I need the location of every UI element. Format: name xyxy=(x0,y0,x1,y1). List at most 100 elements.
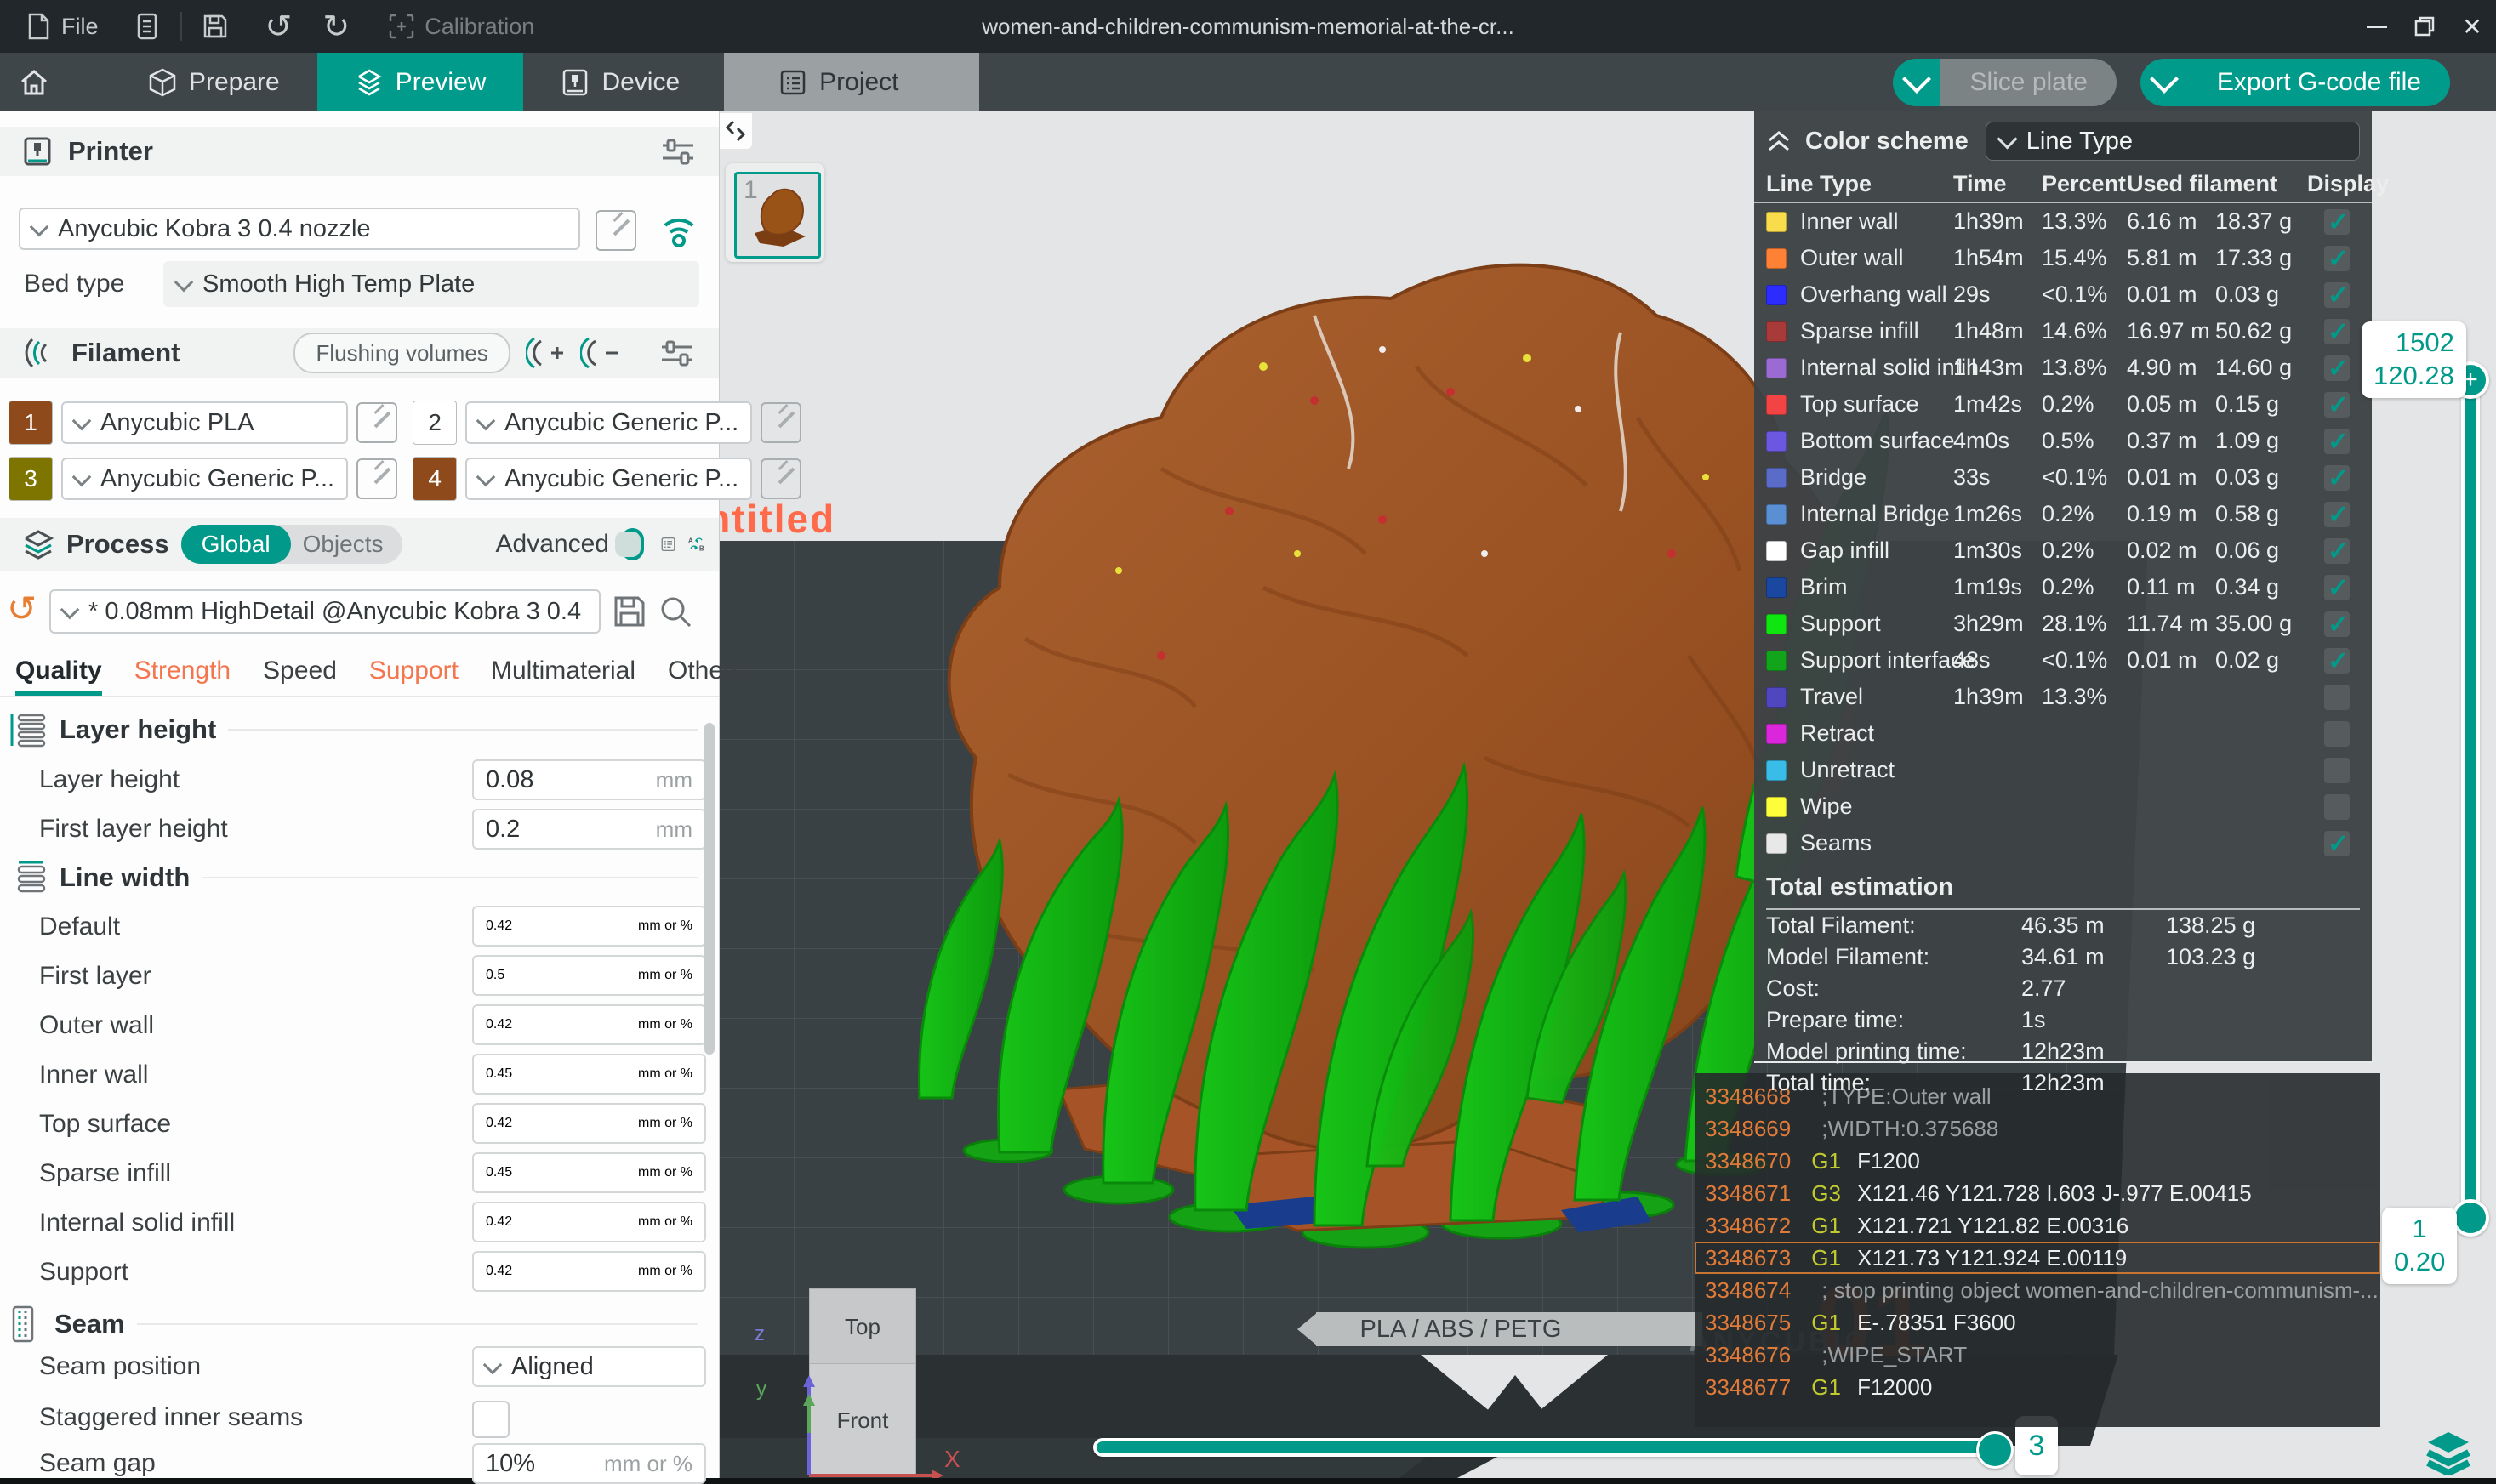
move-slider[interactable]: 3 xyxy=(1093,1438,2003,1457)
flushing-volumes-button[interactable]: Flushing volumes xyxy=(293,333,510,373)
staggered-seams-checkbox[interactable] xyxy=(472,1401,510,1438)
display-checkbox[interactable]: ✓ xyxy=(2324,721,2350,747)
calibration-button[interactable]: Calibration xyxy=(387,12,534,41)
gcode-line[interactable]: 3348677 G1 F12000 xyxy=(1695,1371,2380,1403)
file-menu[interactable]: File xyxy=(24,12,99,41)
edit-filament-button[interactable] xyxy=(356,458,397,499)
gcode-line[interactable]: 3348674 ; stop printing object women-and… xyxy=(1695,1274,2380,1306)
undo-icon[interactable]: ↺ xyxy=(265,8,293,46)
process-scope-segment[interactable]: Global Objects xyxy=(181,525,402,564)
process-preset-select[interactable]: * 0.08mm HighDetail @Anycubic Kobra 3 0.… xyxy=(49,589,601,634)
param-input[interactable]: 0.45 mm or % xyxy=(472,1152,706,1193)
layer-slider-track[interactable] xyxy=(2461,387,2480,1225)
seam-position-select[interactable]: Aligned xyxy=(472,1346,706,1387)
notes-icon[interactable] xyxy=(133,12,162,41)
edit-printer-button[interactable] xyxy=(596,210,636,251)
scope-global[interactable]: Global xyxy=(181,525,291,564)
home-button[interactable] xyxy=(0,67,68,98)
process-tab[interactable]: Strength xyxy=(134,657,231,696)
display-checkbox[interactable]: ✓ xyxy=(2324,575,2350,600)
filament-color-chip[interactable]: 3 xyxy=(9,457,53,501)
gcode-line[interactable]: 3348676 ;WIPE_START xyxy=(1695,1339,2380,1371)
reset-preset-icon[interactable]: ↺ xyxy=(7,588,37,629)
process-tab[interactable]: Speed xyxy=(263,657,337,696)
filament-settings-icon[interactable] xyxy=(660,338,694,368)
gcode-viewer[interactable]: 3348668 ;TYPE:Outer wall 3348669 ;WIDTH:… xyxy=(1695,1073,2380,1427)
param-input[interactable]: 0.5 mm or % xyxy=(472,955,706,996)
cube-face-front[interactable]: Front xyxy=(809,1363,916,1477)
export-gcode-button[interactable]: Export G-code file xyxy=(2140,59,2450,106)
param-input[interactable]: 0.42 mm or % xyxy=(472,1004,706,1045)
param-input[interactable]: 0.42 mm or % xyxy=(472,906,706,947)
minimize-button[interactable] xyxy=(2353,0,2401,53)
save-preset-icon[interactable] xyxy=(611,593,648,630)
display-checkbox[interactable]: ✓ xyxy=(2324,429,2350,454)
display-checkbox[interactable]: ✓ xyxy=(2324,831,2350,856)
collapse-panel-icon[interactable] xyxy=(1766,128,1792,154)
compare-ab-icon[interactable]: A B xyxy=(687,526,705,563)
layer-slider-bottom-handle[interactable] xyxy=(2452,1199,2489,1237)
param-input[interactable]: 0.45 mm or % xyxy=(472,1054,706,1095)
display-checkbox[interactable]: ✓ xyxy=(2324,209,2350,235)
add-filament-icon[interactable] xyxy=(526,336,565,370)
wifi-icon[interactable] xyxy=(657,207,701,251)
param-input[interactable]: 0.42 mm or % xyxy=(472,1202,706,1242)
filament-select[interactable]: Anycubic Generic P... xyxy=(465,458,752,500)
scope-objects[interactable]: Objects xyxy=(291,531,402,558)
layers-icon[interactable] xyxy=(2426,1430,2470,1475)
maximize-button[interactable] xyxy=(2401,0,2448,53)
gcode-line[interactable]: 3348671 G3 X121.46 Y121.728 I.603 J-.977… xyxy=(1695,1177,2380,1209)
gcode-line[interactable]: 3348672 G1 X121.721 Y121.82 E.00316 xyxy=(1695,1209,2380,1242)
save-icon[interactable] xyxy=(201,12,230,41)
display-checkbox[interactable]: ✓ xyxy=(2324,319,2350,344)
gcode-line[interactable]: 3348673 G1 X121.73 Y121.924 E.00119 xyxy=(1695,1242,2380,1274)
display-checkbox[interactable]: ✓ xyxy=(2324,502,2350,527)
remove-filament-icon[interactable] xyxy=(580,336,619,370)
sidebar-scrollbar[interactable] xyxy=(704,723,715,1055)
tab-project[interactable]: Project xyxy=(741,53,936,111)
plate-thumbnail-card[interactable]: 1 xyxy=(726,163,824,262)
display-checkbox[interactable]: ✓ xyxy=(2324,465,2350,491)
gcode-line[interactable]: 3348669 ;WIDTH:0.375688 xyxy=(1695,1112,2380,1145)
close-button[interactable]: ✕ xyxy=(2448,0,2496,53)
filament-color-chip[interactable]: 2 xyxy=(413,401,457,445)
display-checkbox[interactable]: ✓ xyxy=(2324,246,2350,271)
process-tab[interactable]: Quality xyxy=(15,657,102,696)
process-tab[interactable]: Multimaterial xyxy=(491,657,635,696)
display-checkbox[interactable]: ✓ xyxy=(2324,794,2350,820)
filament-color-chip[interactable]: 1 xyxy=(9,401,53,445)
filament-color-chip[interactable]: 4 xyxy=(413,457,457,501)
display-checkbox[interactable]: ✓ xyxy=(2324,758,2350,783)
gcode-line[interactable]: 3348670 G1 F1200 xyxy=(1695,1145,2380,1177)
param-input[interactable]: 0.08 mm xyxy=(472,759,706,800)
tab-preview[interactable]: Preview xyxy=(317,53,524,111)
export-dropdown-cap[interactable] xyxy=(2140,59,2188,106)
advanced-toggle[interactable] xyxy=(621,528,644,560)
cube-face-top[interactable]: Top xyxy=(809,1288,916,1365)
display-checkbox[interactable]: ✓ xyxy=(2324,282,2350,308)
plate-thumbnail[interactable]: 1 xyxy=(734,172,821,259)
gcode-line[interactable]: 3348675 G1 E-.78351 F3600 xyxy=(1695,1306,2380,1339)
collapse-sidebar-button[interactable] xyxy=(720,113,752,149)
move-slider-handle[interactable] xyxy=(1976,1431,2014,1469)
printer-settings-icon[interactable] xyxy=(661,136,695,167)
param-input[interactable]: 0.42 mm or % xyxy=(472,1103,706,1144)
filament-select[interactable]: Anycubic Generic P... xyxy=(465,401,752,444)
display-checkbox[interactable]: ✓ xyxy=(2324,392,2350,418)
display-checkbox[interactable]: ✓ xyxy=(2324,538,2350,564)
edit-filament-button[interactable] xyxy=(356,402,397,443)
tab-prepare[interactable]: Prepare xyxy=(111,53,317,111)
printer-select[interactable]: Anycubic Kobra 3 0.4 nozzle xyxy=(19,208,580,250)
display-checkbox[interactable]: ✓ xyxy=(2324,648,2350,674)
tab-device[interactable]: Device xyxy=(523,53,717,111)
param-input[interactable]: 0.42 mm or % xyxy=(472,1251,706,1292)
edit-filament-button[interactable] xyxy=(761,458,801,499)
edit-filament-button[interactable] xyxy=(761,402,801,443)
color-scheme-select[interactable]: Line Type xyxy=(1986,122,2360,161)
process-tab[interactable]: Support xyxy=(369,657,459,696)
display-checkbox[interactable]: ✓ xyxy=(2324,685,2350,710)
bed-type-select[interactable]: Smooth High Temp Plate xyxy=(163,261,699,307)
search-preset-icon[interactable] xyxy=(657,593,694,630)
orientation-cube[interactable]: Top Front X z y xyxy=(770,1288,966,1478)
display-checkbox[interactable]: ✓ xyxy=(2324,611,2350,637)
